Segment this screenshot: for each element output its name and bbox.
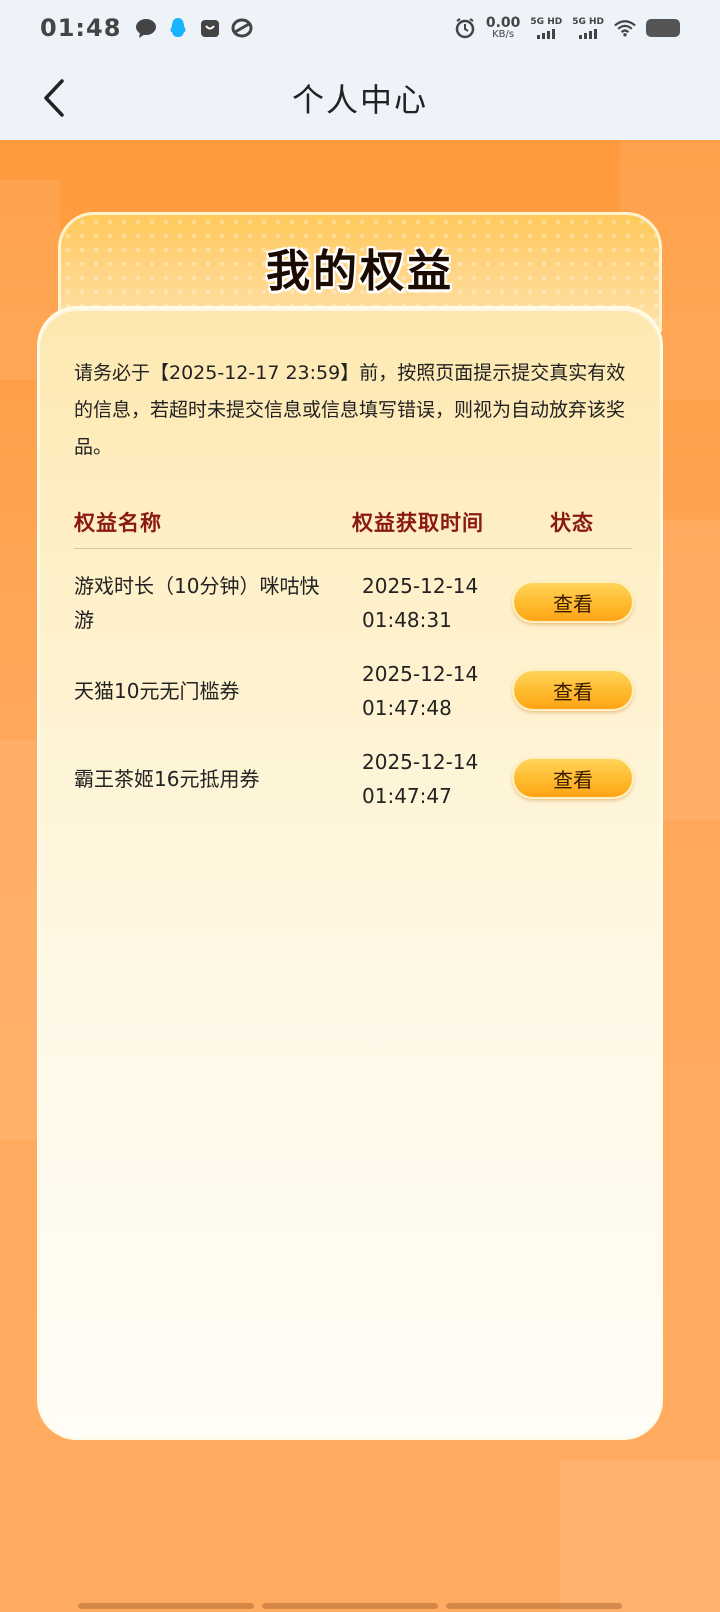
view-button[interactable]: 查看 <box>512 757 634 799</box>
chevron-left-icon <box>44 79 64 117</box>
notice-text: 请务必于【2025-12-17 23:59】前，按照页面提示提交真实有效的信息，… <box>74 362 626 458</box>
net-speed-unit: KB/s <box>492 29 515 40</box>
header-benefit-name: 权益名称 <box>74 511 162 535</box>
view-button[interactable]: 查看 <box>512 581 634 623</box>
benefit-time: 01:47:48 <box>362 696 452 720</box>
sim1-signal: 5G HD <box>530 16 563 39</box>
benefit-date: 2025-12-14 <box>362 574 479 598</box>
table-row: 游戏时长（10分钟）咪咕快游 2025-12-14 01:48:31 查看 <box>74 569 634 649</box>
sim2-signal: 5G HD <box>572 16 604 39</box>
benefits-title: 我的权益 <box>266 246 454 297</box>
benefit-name: 天猫10元无门槛券 <box>74 679 240 703</box>
app-icon <box>231 17 253 39</box>
wifi-icon <box>614 17 636 39</box>
header-status: 状态 <box>550 511 594 535</box>
battery-icon <box>646 19 680 37</box>
page-title: 个人中心 <box>291 81 428 119</box>
benefit-name: 游戏时长（10分钟）咪咕快游 <box>74 574 320 632</box>
benefit-time: 01:47:47 <box>362 784 452 808</box>
sim1-label: 5G HD <box>530 16 563 27</box>
benefit-name: 霸王茶姬16元抵用券 <box>74 767 260 791</box>
status-bar: 01:48 0.00 KB/s 5G HD 5G HD <box>0 0 720 56</box>
table-row: 霸王茶姬16元抵用券 2025-12-14 01:47:47 查看 <box>74 745 634 825</box>
benefit-time: 01:48:31 <box>362 608 452 632</box>
alarm-icon <box>454 17 476 39</box>
shop-icon <box>199 17 221 39</box>
header-bar: 个人中心 <box>0 56 720 140</box>
benefits-card: 请务必于【2025-12-17 23:59】前，按照页面提示提交真实有效的信息，… <box>37 306 663 1440</box>
back-button[interactable] <box>34 76 74 120</box>
benefit-date: 2025-12-14 <box>362 662 479 686</box>
header-acquire-time: 权益获取时间 <box>352 511 484 535</box>
message-icon <box>135 17 157 39</box>
benefit-date: 2025-12-14 <box>362 750 479 774</box>
qq-icon <box>167 17 189 39</box>
view-button[interactable]: 查看 <box>512 669 634 711</box>
net-speed-value: 0.00 <box>485 15 521 31</box>
table-header: 权益名称 权益获取时间 状态 <box>74 501 632 549</box>
status-time: 01:48 <box>40 14 122 42</box>
sim2-label: 5G HD <box>572 16 604 27</box>
net-speed: 0.00 KB/s <box>486 16 521 40</box>
table-row: 天猫10元无门槛券 2025-12-14 01:47:48 查看 <box>74 657 634 737</box>
gesture-nav-bar <box>78 1603 622 1609</box>
